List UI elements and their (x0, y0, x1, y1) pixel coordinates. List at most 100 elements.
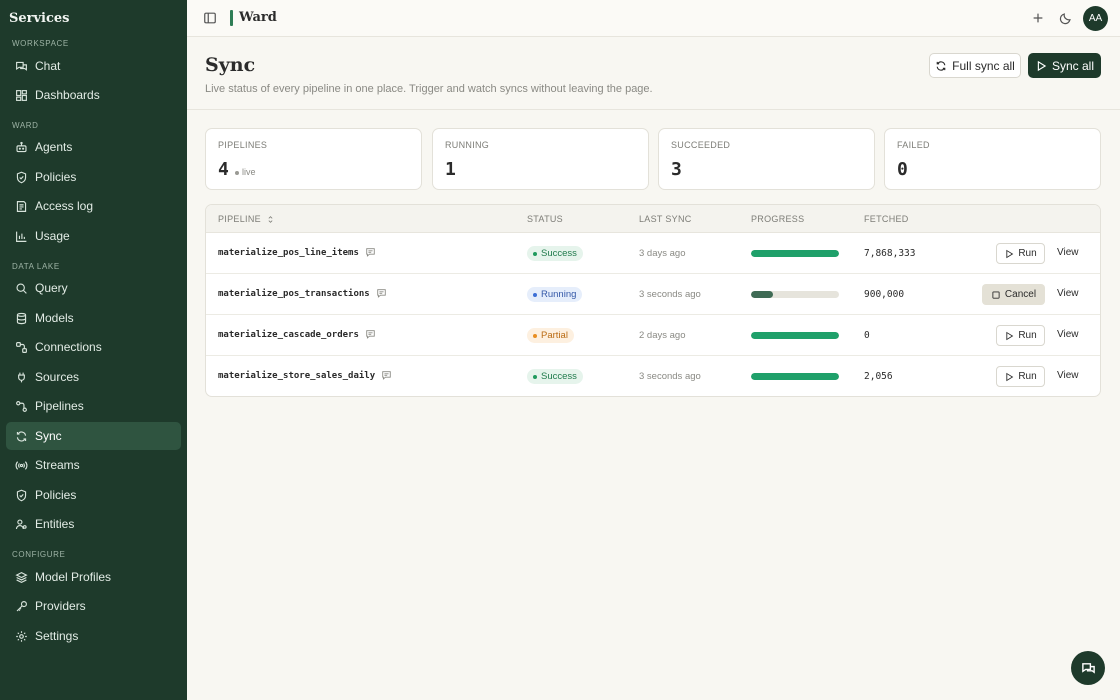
progress-bar (751, 373, 839, 380)
sidebar-item-label: Connections (35, 340, 102, 354)
key-icon (14, 599, 28, 613)
pipeline-icon (14, 399, 28, 413)
sidebar-item-models[interactable]: Models (6, 304, 181, 332)
pipeline-name-cell: materialize_cascade_orders (218, 329, 376, 340)
avatar[interactable]: AA (1083, 6, 1108, 31)
top-bar: Ward AA (187, 0, 1120, 37)
sidebar-item-label: Policies (35, 170, 77, 184)
sidebar-brand: Services (9, 11, 70, 26)
sidebar-item-entities[interactable]: Entities (6, 510, 181, 538)
broadcast-icon (14, 458, 28, 472)
header-divider (187, 109, 1120, 110)
stat-label: SUCCEEDED (671, 140, 731, 150)
sidebar-item-label: Policies (35, 488, 77, 502)
run-button[interactable]: Run (996, 243, 1045, 264)
robot-icon (14, 140, 28, 154)
chat-icon (14, 59, 28, 73)
comment-icon[interactable] (381, 370, 392, 381)
sidebar-item-model-profiles[interactable]: Model Profiles (6, 563, 181, 591)
full-sync-all-button[interactable]: Full sync all (929, 53, 1021, 78)
chat-fab-button[interactable] (1071, 651, 1105, 685)
sidebar-item-sync[interactable]: Sync (6, 422, 181, 450)
sidebar-item-dashboards[interactable]: Dashboards (6, 81, 181, 109)
section-label-configure: CONFIGURE (12, 550, 66, 559)
sidebar: Services WORKSPACE Chat Dashboards WARD … (0, 0, 187, 700)
pipeline-name-cell: materialize_pos_line_items (218, 247, 376, 258)
stat-card-succeeded: SUCCEEDED 3 (658, 128, 875, 190)
sidebar-item-pipelines[interactable]: Pipelines (6, 392, 181, 420)
sidebar-item-access-log[interactable]: Access log (6, 192, 181, 220)
sidebar-item-chat[interactable]: Chat (6, 52, 181, 80)
stat-card-pipelines: PIPELINES 4 live (205, 128, 422, 190)
play-icon (1006, 249, 1014, 258)
sidebar-item-label: Settings (35, 629, 79, 643)
pipeline-name: materialize_pos_line_items (218, 247, 359, 258)
sidebar-item-connections[interactable]: Connections (6, 333, 181, 361)
column-header-status: STATUS (527, 214, 563, 224)
sidebar-item-query[interactable]: Query (6, 274, 181, 302)
status-badge: Success (527, 246, 583, 261)
sidebar-item-streams[interactable]: Streams (6, 451, 181, 479)
progress-fill (751, 250, 839, 257)
sidebar-item-settings[interactable]: Settings (6, 622, 181, 650)
sidebar-item-label: Usage (35, 229, 70, 243)
sync-all-button[interactable]: Sync all (1028, 53, 1101, 78)
run-button[interactable]: Run (996, 325, 1045, 346)
comment-icon[interactable] (365, 247, 376, 258)
database-icon (14, 311, 28, 325)
run-label: Run (1018, 371, 1037, 382)
section-label-data-lake: DATA LAKE (12, 262, 60, 271)
pipeline-name: materialize_cascade_orders (218, 329, 359, 340)
sidebar-item-label: Access log (35, 199, 94, 213)
stat-value: 0 (897, 159, 908, 180)
sync-all-label: Sync all (1051, 58, 1095, 73)
sidebar-item-sources[interactable]: Sources (6, 363, 181, 391)
plus-icon[interactable] (1031, 11, 1045, 25)
progress-fill (751, 291, 773, 298)
workspace-accent-bar (230, 10, 233, 26)
stat-value: 1 (445, 159, 456, 180)
live-indicator: live (235, 167, 256, 177)
connections-icon (14, 340, 28, 354)
view-link[interactable]: View (1057, 247, 1079, 258)
sidebar-item-label: Query (35, 281, 68, 295)
comment-icon[interactable] (365, 329, 376, 340)
gear-icon (14, 629, 28, 643)
last-sync-time: 3 seconds ago (639, 289, 701, 300)
log-icon (14, 199, 28, 213)
last-sync-time: 3 days ago (639, 248, 686, 259)
page-title: Sync (205, 54, 256, 76)
sidebar-item-label: Streams (35, 458, 80, 472)
column-header-progress: PROGRESS (751, 214, 805, 224)
column-header-last-sync: LAST SYNC (639, 214, 692, 224)
stat-label: PIPELINES (218, 140, 268, 150)
column-header-fetched: FETCHED (864, 214, 909, 224)
comment-icon[interactable] (376, 288, 387, 299)
fetched-count: 2,056 (864, 371, 893, 382)
sidebar-item-policies-ward[interactable]: Policies (6, 163, 181, 191)
progress-fill (751, 332, 839, 339)
sidebar-item-label: Providers (35, 599, 86, 613)
sidebar-toggle-icon[interactable] (203, 11, 217, 25)
view-link[interactable]: View (1057, 370, 1079, 381)
sidebar-item-policies-lake[interactable]: Policies (6, 481, 181, 509)
sidebar-item-providers[interactable]: Providers (6, 592, 181, 620)
sidebar-item-agents[interactable]: Agents (6, 133, 181, 161)
stat-card-running: RUNNING 1 (432, 128, 649, 190)
run-label: Run (1018, 248, 1037, 259)
run-button[interactable]: Run (996, 366, 1045, 387)
progress-bar (751, 291, 839, 298)
pipeline-name-cell: materialize_store_sales_daily (218, 370, 392, 381)
cancel-button[interactable]: Cancel (982, 284, 1045, 305)
workspace-name: Ward (239, 10, 277, 25)
fetched-count: 900,000 (864, 289, 905, 300)
column-header-pipeline[interactable]: PIPELINE (218, 214, 275, 224)
run-label: Run (1018, 330, 1037, 341)
fetched-count: 0 (864, 330, 870, 341)
view-link[interactable]: View (1057, 329, 1079, 340)
view-link[interactable]: View (1057, 288, 1079, 299)
sidebar-item-usage[interactable]: Usage (6, 222, 181, 250)
pipelines-table: PIPELINE STATUS LAST SYNC PROGRESS FETCH… (205, 204, 1101, 397)
moon-icon[interactable] (1059, 11, 1073, 25)
stat-value: 3 (671, 159, 682, 180)
